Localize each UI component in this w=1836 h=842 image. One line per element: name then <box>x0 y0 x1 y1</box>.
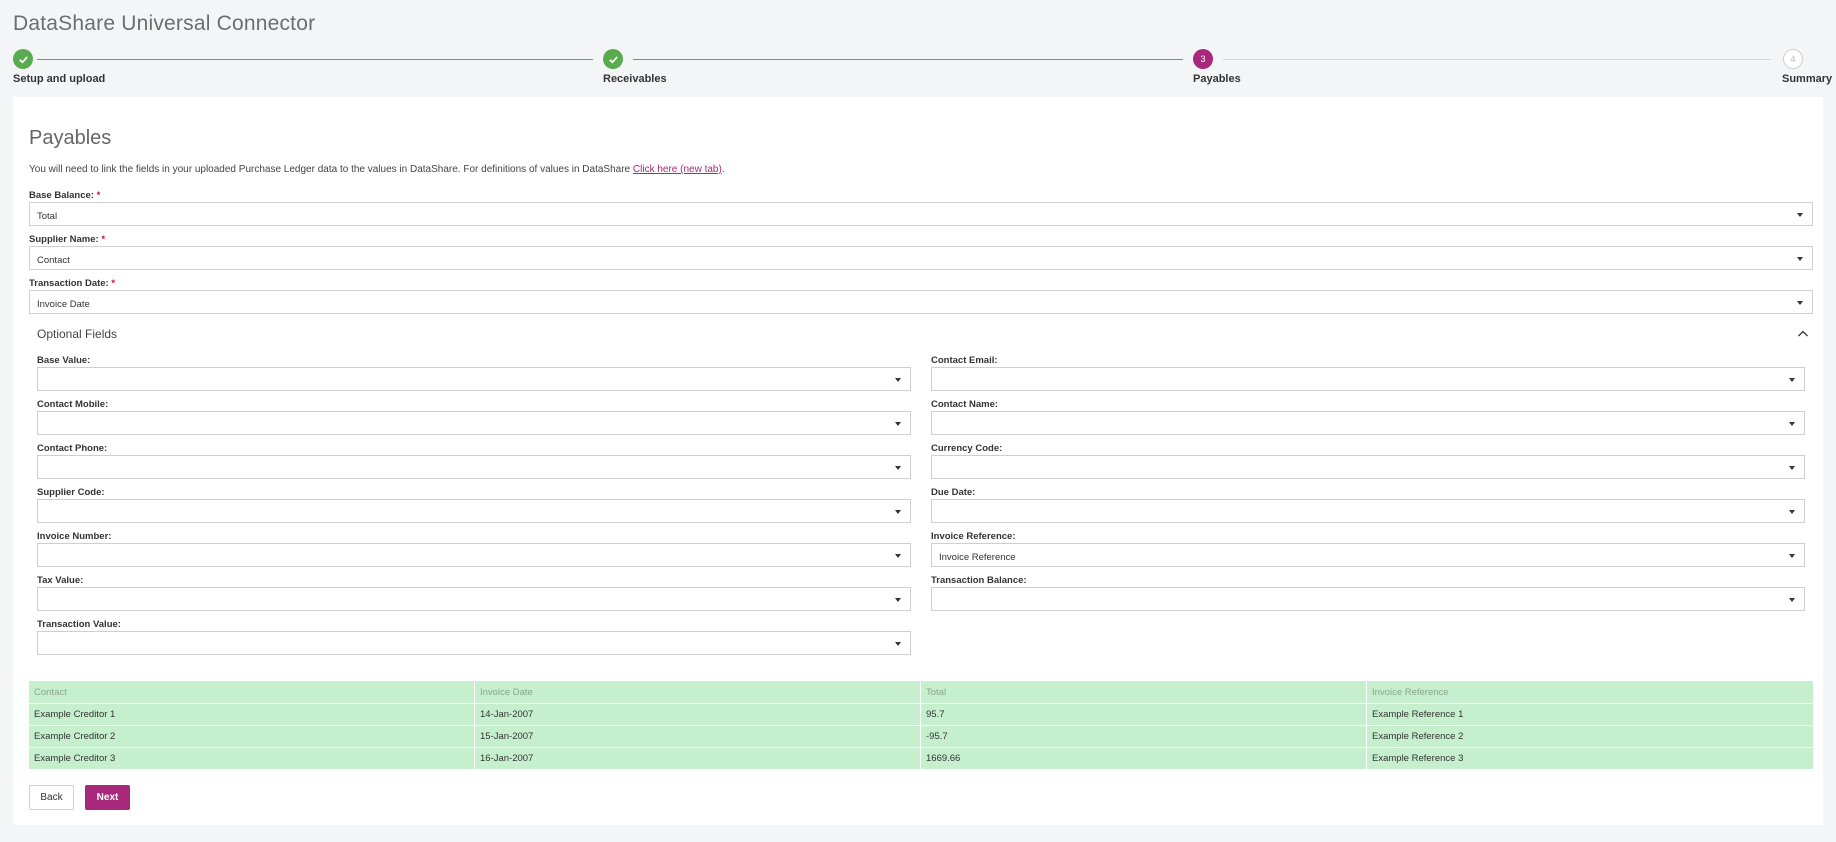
invoice-reference-label: Invoice Reference: <box>931 531 1016 542</box>
transaction-date-label: Transaction Date: * <box>29 278 116 289</box>
chevron-down-icon <box>1789 554 1795 558</box>
chevron-down-icon <box>1789 510 1795 514</box>
intro-text: You will need to link the fields in your… <box>29 164 725 175</box>
step-connector <box>37 59 593 60</box>
contact-phone-select[interactable] <box>37 455 911 479</box>
contact-mobile-select[interactable] <box>37 411 911 435</box>
column-header: Invoice Date <box>475 681 921 704</box>
step-label-payables: Payables <box>1193 73 1241 85</box>
chevron-down-icon <box>1789 422 1795 426</box>
chevron-down-icon <box>1789 378 1795 382</box>
table-cell: -95.7 <box>921 726 1367 748</box>
currency-code-label: Currency Code: <box>931 443 1003 454</box>
step-2-check-icon <box>603 49 623 69</box>
table-cell: Example Reference 2 <box>1367 726 1813 748</box>
supplier-code-select[interactable] <box>37 499 911 523</box>
base-value-label: Base Value: <box>37 355 91 366</box>
table-cell: 14-Jan-2007 <box>475 704 921 726</box>
table-row: Example Creditor 2 15-Jan-2007 -95.7 Exa… <box>29 726 1813 748</box>
transaction-balance-label: Transaction Balance: <box>931 575 1027 586</box>
chevron-down-icon <box>1797 301 1803 305</box>
supplier-name-select[interactable]: Contact <box>29 246 1813 270</box>
contact-email-label: Contact Email: <box>931 355 998 366</box>
transaction-balance-select[interactable] <box>931 587 1805 611</box>
base-balance-select[interactable]: Total <box>29 202 1813 226</box>
table-cell: Example Reference 1 <box>1367 704 1813 726</box>
table-cell: 15-Jan-2007 <box>475 726 921 748</box>
optional-fields-header[interactable]: Optional Fields <box>37 327 117 341</box>
transaction-date-select[interactable]: Invoice Date <box>29 290 1813 314</box>
data-preview-table: Contact Invoice Date Total Invoice Refer… <box>29 681 1813 770</box>
contact-name-select[interactable] <box>931 411 1805 435</box>
chevron-down-icon <box>1797 257 1803 261</box>
step-1-check-icon <box>13 49 33 69</box>
base-balance-label: Base Balance: * <box>29 190 101 201</box>
chevron-down-icon <box>1789 466 1795 470</box>
column-header: Total <box>921 681 1367 704</box>
chevron-down-icon <box>1797 213 1803 217</box>
chevron-down-icon <box>895 598 901 602</box>
definitions-link[interactable]: Click here (new tab) <box>633 164 722 175</box>
chevron-down-icon <box>895 642 901 646</box>
chevron-down-icon <box>1789 598 1795 602</box>
invoice-number-label: Invoice Number: <box>37 531 112 542</box>
chevron-down-icon <box>895 554 901 558</box>
table-cell: 1669.66 <box>921 748 1367 770</box>
step-4-number: 4 <box>1783 49 1803 69</box>
due-date-select[interactable] <box>931 499 1805 523</box>
step-label-summary: Summary <box>1782 73 1833 85</box>
contact-email-select[interactable] <box>931 367 1805 391</box>
table-cell: Example Creditor 1 <box>29 704 475 726</box>
column-header: Contact <box>29 681 475 704</box>
tax-value-select[interactable] <box>37 587 911 611</box>
supplier-code-label: Supplier Code: <box>37 487 105 498</box>
column-header: Invoice Reference <box>1367 681 1813 704</box>
due-date-label: Due Date: <box>931 487 976 498</box>
table-cell: 16-Jan-2007 <box>475 748 921 770</box>
supplier-name-label: Supplier Name: * <box>29 234 106 245</box>
invoice-number-select[interactable] <box>37 543 911 567</box>
next-button[interactable]: Next <box>85 785 130 810</box>
step-connector <box>1223 59 1771 60</box>
base-value-select[interactable] <box>37 367 911 391</box>
transaction-value-select[interactable] <box>37 631 911 655</box>
page-title: Payables <box>29 127 112 149</box>
chevron-down-icon <box>895 510 901 514</box>
table-cell: 95.7 <box>921 704 1367 726</box>
currency-code-select[interactable] <box>931 455 1805 479</box>
chevron-down-icon <box>895 378 901 382</box>
step-label-receivables: Receivables <box>603 73 667 85</box>
progress-stepper: Setup and upload Receivables 3 Payables … <box>0 48 1836 88</box>
chevron-down-icon <box>895 466 901 470</box>
transaction-value-label: Transaction Value: <box>37 619 121 630</box>
step-connector <box>633 59 1183 60</box>
chevron-up-icon[interactable] <box>1797 328 1809 340</box>
contact-phone-label: Contact Phone: <box>37 443 108 454</box>
table-cell: Example Reference 3 <box>1367 748 1813 770</box>
invoice-reference-select[interactable]: Invoice Reference <box>931 543 1805 567</box>
back-button[interactable]: Back <box>29 785 74 810</box>
tax-value-label: Tax Value: <box>37 575 84 586</box>
payables-card: Payables You will need to link the field… <box>13 97 1823 825</box>
chevron-down-icon <box>895 422 901 426</box>
app-title: DataShare Universal Connector <box>13 12 316 35</box>
table-cell: Example Creditor 2 <box>29 726 475 748</box>
step-3-number: 3 <box>1193 49 1213 69</box>
table-row: Example Creditor 1 14-Jan-2007 95.7 Exam… <box>29 704 1813 726</box>
table-row: Example Creditor 3 16-Jan-2007 1669.66 E… <box>29 748 1813 770</box>
step-label-setup: Setup and upload <box>13 73 106 85</box>
contact-name-label: Contact Name: <box>931 399 999 410</box>
table-cell: Example Creditor 3 <box>29 748 475 770</box>
contact-mobile-label: Contact Mobile: <box>37 399 109 410</box>
table-header-row: Contact Invoice Date Total Invoice Refer… <box>29 681 1813 704</box>
